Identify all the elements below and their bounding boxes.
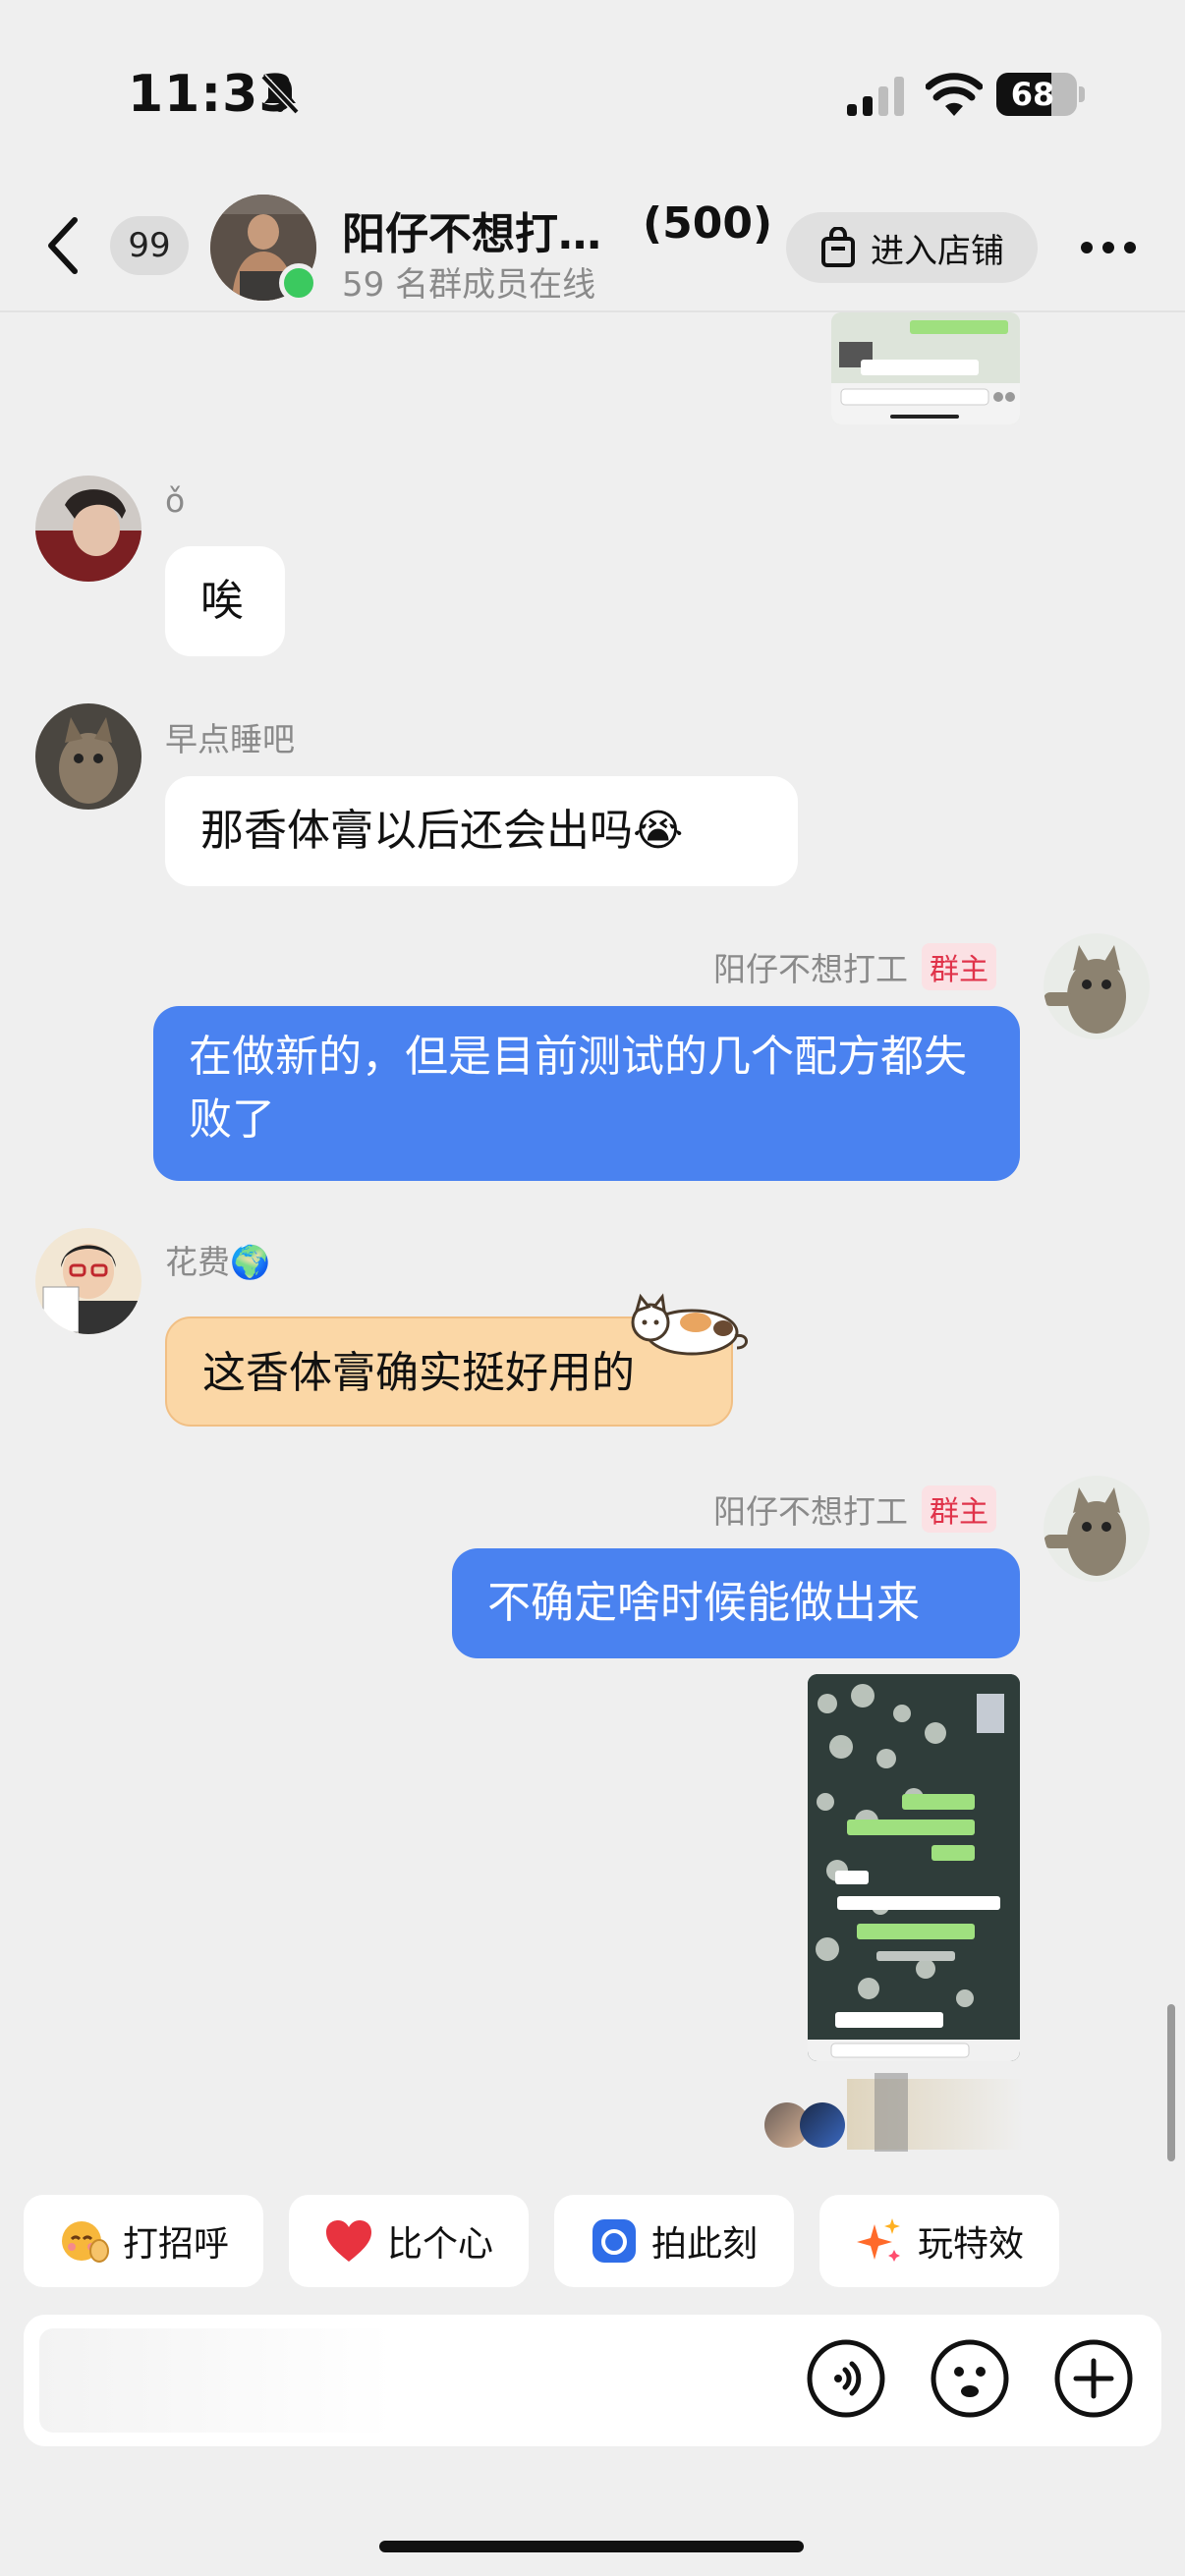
wave-emoji-icon bbox=[61, 2221, 109, 2263]
online-status-dot bbox=[279, 263, 318, 303]
owner-avatar[interactable] bbox=[1044, 933, 1150, 1039]
read-receipt-blur bbox=[847, 2079, 1024, 2150]
sender-row: 阳仔不想打工 群主 bbox=[713, 943, 996, 990]
online-members-count: 59 名群成员在线 bbox=[342, 265, 596, 305]
message-bubble[interactable]: 唉 bbox=[165, 546, 285, 656]
quick-action-wave[interactable]: 打招呼 bbox=[24, 2195, 263, 2287]
back-arrow-icon[interactable] bbox=[43, 214, 83, 277]
sender-name: ǒ bbox=[165, 481, 186, 520]
add-plus-icon[interactable] bbox=[1053, 2338, 1134, 2419]
sender-name: 阳仔不想打工 bbox=[713, 950, 908, 988]
chat-title[interactable]: 阳仔不想打… bbox=[342, 198, 601, 261]
battery-level: 68 bbox=[1010, 76, 1055, 113]
shopping-bag-icon bbox=[821, 227, 855, 267]
sender-avatar-3[interactable] bbox=[35, 1228, 141, 1334]
sender-avatar-2-image bbox=[35, 703, 141, 810]
shared-image-top[interactable] bbox=[831, 312, 1020, 424]
wifi-icon bbox=[926, 73, 983, 116]
group-owner-tag: 群主 bbox=[922, 1485, 996, 1533]
sender-row: 阳仔不想打工 群主 bbox=[713, 1485, 996, 1533]
quick-action-label: 打招呼 bbox=[122, 2224, 229, 2265]
quick-action-camera[interactable]: 拍此刻 bbox=[554, 2195, 794, 2287]
quick-action-label: 比个心 bbox=[386, 2224, 493, 2265]
voice-input-icon[interactable] bbox=[806, 2338, 886, 2419]
enter-shop-label: 进入店铺 bbox=[871, 231, 1004, 271]
read-receipt-blur bbox=[875, 2073, 908, 2152]
quick-action-label: 玩特效 bbox=[917, 2224, 1024, 2265]
message-bubble[interactable]: 不确定啥时候能做出来 bbox=[452, 1548, 1020, 1658]
owner-avatar-image bbox=[1044, 933, 1150, 1039]
bell-muted-icon bbox=[260, 74, 300, 115]
heart-icon bbox=[325, 2220, 371, 2262]
input-draft-blur bbox=[39, 2328, 393, 2433]
unread-count-badge[interactable]: 99 bbox=[110, 216, 189, 275]
sparkle-icon bbox=[856, 2218, 900, 2262]
group-owner-tag: 群主 bbox=[922, 943, 996, 990]
sender-name: 花费🌍 bbox=[165, 1243, 271, 1281]
emoji-icon[interactable] bbox=[930, 2338, 1010, 2419]
quick-action-label: 拍此刻 bbox=[650, 2224, 758, 2265]
owner-avatar[interactable] bbox=[1044, 1476, 1150, 1582]
quick-action-effects[interactable]: 玩特效 bbox=[819, 2195, 1059, 2287]
battery-tip bbox=[1079, 86, 1085, 102]
owner-avatar-image bbox=[1044, 1476, 1150, 1582]
chat-scrollbar[interactable] bbox=[1167, 2004, 1175, 2161]
reader-avatar[interactable] bbox=[800, 2102, 845, 2148]
battery-indicator: 68 bbox=[996, 73, 1077, 116]
member-total: (500) bbox=[643, 198, 773, 249]
quick-action-heart[interactable]: 比个心 bbox=[289, 2195, 529, 2287]
sender-name: 早点睡吧 bbox=[165, 720, 295, 758]
cellular-signal-icon bbox=[847, 77, 904, 116]
shared-image-message[interactable] bbox=[808, 1674, 1020, 2061]
sender-name: 阳仔不想打工 bbox=[713, 1492, 908, 1531]
shared-image-top-preview bbox=[831, 312, 1020, 424]
enter-shop-button[interactable]: 进入店铺 bbox=[786, 212, 1038, 283]
sender-avatar-2[interactable] bbox=[35, 703, 141, 810]
home-indicator[interactable] bbox=[379, 2541, 804, 2552]
camera-icon bbox=[592, 2219, 636, 2263]
message-bubble[interactable]: 那香体膏以后还会出吗😭 bbox=[165, 776, 798, 886]
sender-avatar-1-image bbox=[35, 476, 141, 582]
more-options-icon[interactable] bbox=[1077, 228, 1140, 267]
sender-avatar-3-image bbox=[35, 1228, 141, 1334]
sender-avatar-1[interactable] bbox=[35, 476, 141, 582]
cat-sticker-icon bbox=[631, 1293, 748, 1356]
shared-image-preview bbox=[808, 1674, 1020, 2061]
message-bubble[interactable]: 在做新的，但是目前测试的几个配方都失败了 bbox=[153, 1006, 1020, 1181]
